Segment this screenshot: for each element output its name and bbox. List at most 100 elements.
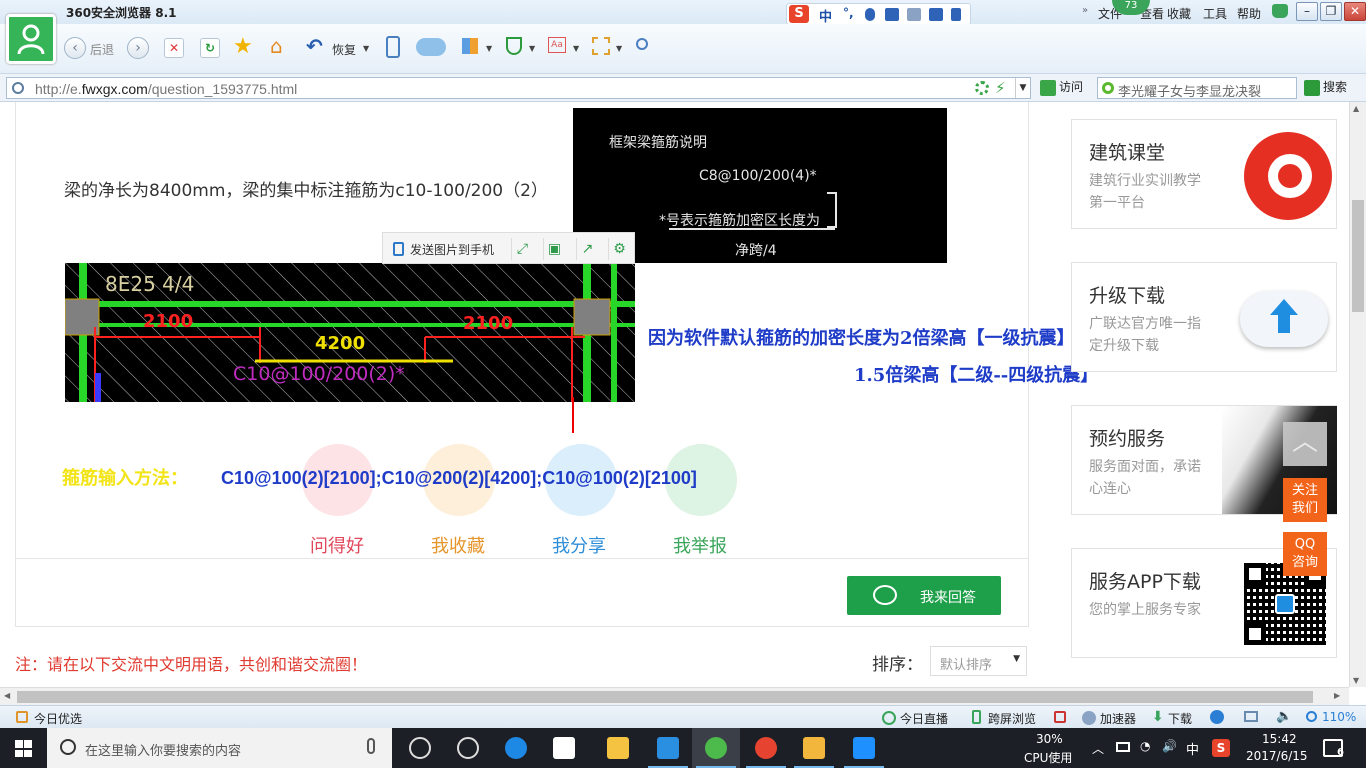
back-icon[interactable]: ‹ bbox=[64, 37, 86, 59]
stop-icon[interactable]: ✕ bbox=[164, 38, 184, 58]
volume-icon[interactable]: 🔈 bbox=[1276, 709, 1292, 724]
battery-icon[interactable] bbox=[1116, 742, 1130, 752]
settings-gear-icon[interactable]: ⚙ bbox=[608, 238, 630, 260]
taskbar-explorer[interactable] bbox=[594, 728, 642, 768]
keyboard-icon[interactable] bbox=[885, 8, 899, 21]
cad-beam-image[interactable]: 8E25 4/4 2100 4200 2100 C10@100/200(2)* bbox=[65, 263, 635, 402]
favorite-button[interactable]: 我收藏 bbox=[408, 532, 508, 558]
apps-icon[interactable] bbox=[462, 38, 478, 54]
ime-mode[interactable]: 中 bbox=[819, 6, 832, 25]
taskbar-store[interactable] bbox=[540, 728, 588, 768]
accelerator[interactable]: 加速器 bbox=[1100, 710, 1136, 727]
horizontal-scrollbar[interactable]: ◀ ▶ bbox=[0, 687, 1349, 705]
vertical-scroll-thumb[interactable] bbox=[1352, 200, 1364, 312]
wrench-icon[interactable] bbox=[951, 8, 961, 21]
punctuation-icon[interactable]: °, bbox=[843, 6, 854, 20]
security-dropdown-icon[interactable]: ▼ bbox=[529, 44, 535, 53]
address-field[interactable]: http://e.fwxgx.com/question_1593775.html… bbox=[6, 77, 1031, 99]
microphone-icon[interactable] bbox=[865, 8, 875, 21]
share-button[interactable]: 我分享 bbox=[529, 532, 629, 558]
first-aid-icon[interactable] bbox=[1054, 711, 1066, 723]
download[interactable]: 下载 bbox=[1168, 710, 1192, 727]
qq-consult-button[interactable]: QQ 咨询 bbox=[1283, 532, 1327, 576]
forward-icon[interactable]: › bbox=[127, 37, 149, 59]
security-shield-icon[interactable] bbox=[506, 37, 522, 55]
user-icon[interactable] bbox=[907, 8, 921, 21]
windows-start-icon[interactable] bbox=[15, 740, 32, 757]
scroll-up-arrow-icon[interactable]: ▲ bbox=[1353, 104, 1359, 113]
home-icon[interactable]: ⌂ bbox=[270, 34, 283, 58]
clock-time[interactable]: 15:42 bbox=[1262, 732, 1297, 746]
restore-dropdown-icon[interactable]: ▼ bbox=[363, 44, 369, 53]
screenshot-icon[interactable] bbox=[592, 37, 610, 55]
microphone-icon[interactable] bbox=[367, 738, 375, 754]
good-question-button[interactable]: 问得好 bbox=[287, 532, 387, 558]
refresh-icon[interactable]: ↻ bbox=[200, 38, 220, 58]
taskbar-app-blue[interactable] bbox=[840, 728, 888, 768]
share-icon[interactable]: ↗ bbox=[576, 238, 598, 260]
scroll-left-arrow-icon[interactable]: ◀ bbox=[4, 691, 10, 700]
sogou-icon[interactable]: S bbox=[789, 5, 809, 23]
menu-tools[interactable]: 工具 bbox=[1203, 5, 1227, 22]
vertical-scrollbar[interactable]: ▲ ▼ bbox=[1349, 102, 1366, 687]
report-button[interactable]: 我举报 bbox=[650, 532, 750, 558]
sidebar-card-download[interactable]: 升级下载 广联达官方唯一指定升级下载 bbox=[1071, 262, 1337, 372]
expand-icon[interactable]: ⤢ bbox=[511, 238, 533, 260]
minimize-button[interactable]: – bbox=[1296, 2, 1318, 21]
maximize-button[interactable]: ❐ bbox=[1320, 2, 1342, 21]
taskbar-glodon[interactable] bbox=[644, 728, 692, 768]
speed-mode-icon[interactable]: ⚡ bbox=[995, 79, 1006, 97]
today-live[interactable]: 今日直播 bbox=[900, 710, 948, 727]
ie-icon[interactable] bbox=[1210, 710, 1224, 724]
taskbar-app-360[interactable] bbox=[444, 728, 492, 768]
cross-screen-browse[interactable]: 跨屏浏览 bbox=[988, 710, 1036, 727]
restore-icon[interactable]: ↶ bbox=[306, 34, 323, 58]
tray-expand-icon[interactable]: ︿ bbox=[1092, 740, 1104, 757]
save-icon[interactable]: ▣ bbox=[543, 238, 565, 260]
zoom-level[interactable]: 110% bbox=[1322, 710, 1356, 724]
taskbar-app-red[interactable] bbox=[742, 728, 790, 768]
skin-icon[interactable] bbox=[1272, 4, 1288, 18]
taskbar-edge[interactable] bbox=[492, 728, 540, 768]
translate-icon[interactable]: Aa bbox=[548, 37, 566, 53]
menu-overflow-icon[interactable]: » bbox=[1082, 5, 1088, 16]
close-button[interactable]: ✕ bbox=[1344, 2, 1366, 21]
address-dropdown-icon[interactable]: ▼ bbox=[1015, 78, 1030, 98]
taskbar-search[interactable]: 在这里输入你要搜索的内容 bbox=[47, 728, 392, 768]
search-input[interactable]: 李光耀子女与李显龙决裂 bbox=[1097, 77, 1297, 100]
screenshot-dropdown-icon[interactable]: ▼ bbox=[616, 44, 622, 53]
horizontal-scroll-thumb[interactable] bbox=[17, 691, 1313, 703]
answer-button[interactable]: 我来回答 bbox=[847, 576, 1001, 615]
scroll-right-arrow-icon[interactable]: ▶ bbox=[1334, 691, 1340, 700]
taskbar-task-view[interactable] bbox=[396, 728, 444, 768]
speaker-icon[interactable]: 🔊 bbox=[1162, 739, 1177, 753]
phone-icon[interactable] bbox=[386, 36, 400, 58]
scroll-down-arrow-icon[interactable]: ▼ bbox=[1353, 676, 1359, 685]
scroll-to-top-icon[interactable]: ︿ bbox=[1283, 422, 1327, 466]
menu-help[interactable]: 帮助 bbox=[1237, 5, 1261, 22]
sogou-tray-icon[interactable]: S bbox=[1212, 739, 1230, 757]
back-label[interactable]: 后退 bbox=[90, 41, 114, 58]
window-icon[interactable] bbox=[1244, 711, 1258, 722]
clock-date[interactable]: 2017/6/15 bbox=[1246, 749, 1308, 763]
taskbar-360-browser[interactable] bbox=[692, 728, 740, 768]
address-url[interactable]: http://e.fwxgx.com/question_1593775.html bbox=[35, 81, 297, 97]
taskbar-notes[interactable] bbox=[790, 728, 838, 768]
translate-dropdown-icon[interactable]: ▼ bbox=[573, 44, 579, 53]
today-picks[interactable]: 今日优选 bbox=[34, 710, 82, 727]
follow-us-button[interactable]: 关注 我们 bbox=[1283, 478, 1327, 522]
menu-favorites[interactable]: 收藏 bbox=[1167, 5, 1191, 22]
sidebar-card-course[interactable]: 建筑课堂 建筑行业实训教学第一平台 bbox=[1071, 119, 1337, 229]
search-button[interactable]: 搜索 bbox=[1304, 78, 1347, 96]
visit-button[interactable]: 访问 bbox=[1040, 78, 1083, 96]
restore-label[interactable]: 恢复 bbox=[332, 41, 356, 58]
favorite-star-icon[interactable]: ★ bbox=[233, 34, 253, 59]
sort-select[interactable]: 默认排序 ▼ bbox=[930, 646, 1027, 676]
user-avatar-icon[interactable] bbox=[6, 14, 56, 64]
cloud-icon[interactable] bbox=[416, 38, 446, 56]
zoom-icon[interactable] bbox=[636, 38, 648, 50]
shirt-icon[interactable] bbox=[929, 8, 943, 21]
send-to-phone-button[interactable]: 发送图片到手机 bbox=[393, 241, 494, 258]
wifi-icon[interactable]: ◔ bbox=[1140, 739, 1150, 753]
apps-dropdown-icon[interactable]: ▼ bbox=[486, 44, 492, 53]
